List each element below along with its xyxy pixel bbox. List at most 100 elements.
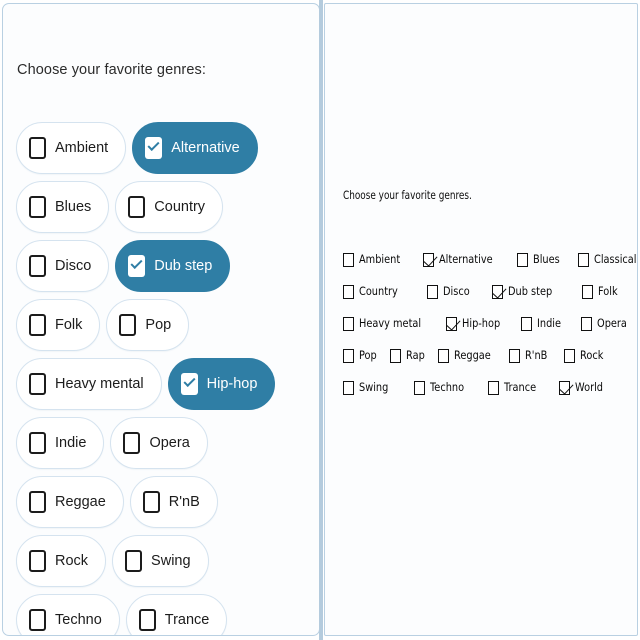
checkbox-unchecked-icon[interactable]: [29, 373, 46, 395]
genre-chip[interactable]: Disco: [16, 240, 110, 292]
checkbox-checked-icon[interactable]: [446, 316, 461, 331]
genre-checkbox-item[interactable]: Pop: [343, 349, 380, 363]
genre-checkbox-item[interactable]: Alternative: [423, 252, 502, 267]
checkbox-unchecked-icon[interactable]: [413, 381, 425, 395]
checkbox-unchecked-icon[interactable]: [437, 349, 449, 363]
genre-chip-label: Indie: [55, 434, 87, 451]
checkbox-unchecked-icon[interactable]: [343, 253, 354, 267]
genre-checkbox-item[interactable]: Rap: [389, 349, 428, 363]
genre-chip[interactable]: Country: [115, 181, 224, 233]
checkbox-unchecked-icon[interactable]: [581, 317, 593, 331]
checkbox-checked-icon[interactable]: [492, 284, 507, 299]
genre-checkbox-label: Indie: [537, 316, 562, 331]
genre-chip-label: R'nB: [168, 493, 200, 510]
genre-chip[interactable]: Swing: [112, 535, 209, 587]
genre-chip[interactable]: Blues: [16, 181, 110, 233]
genre-chip-label: Dub step: [154, 257, 213, 274]
checkbox-checked-icon[interactable]: [145, 137, 163, 159]
checkbox-checked-icon[interactable]: [180, 373, 198, 395]
genre-chip-label: Opera: [149, 434, 190, 451]
genre-chip[interactable]: Trance: [125, 594, 228, 635]
checkbox-unchecked-icon[interactable]: [29, 314, 46, 336]
genre-checkbox-label: Country: [359, 284, 398, 299]
genre-checkbox-item[interactable]: Reggae: [437, 349, 497, 363]
genre-chip[interactable]: Folk: [16, 299, 101, 351]
checkbox-unchecked-icon[interactable]: [343, 381, 354, 395]
genre-chip-label: Pop: [145, 316, 172, 333]
genre-checkbox-item[interactable]: Techno: [413, 380, 470, 395]
genre-checkbox-item[interactable]: Swing: [343, 381, 394, 395]
genre-checkbox-item[interactable]: Country: [343, 285, 405, 299]
checkbox-unchecked-icon[interactable]: [582, 285, 594, 299]
genre-chip[interactable]: Indie: [16, 417, 105, 469]
checkbox-unchecked-icon[interactable]: [509, 349, 521, 363]
checkbox-unchecked-icon[interactable]: [343, 285, 354, 299]
genre-chip[interactable]: Rock: [16, 535, 107, 587]
checkbox-unchecked-icon[interactable]: [389, 349, 401, 363]
genre-checkbox-item[interactable]: R'nB: [509, 349, 551, 363]
checkbox-unchecked-icon[interactable]: [128, 196, 146, 218]
genre-chip[interactable]: Dub step: [115, 240, 231, 292]
genre-checkbox-label: Pop: [359, 348, 377, 363]
genre-checkbox-label: Hip-hop: [462, 316, 501, 331]
genre-checkbox-group: Ambient Alternative Blues Classical Country D…: [343, 244, 636, 404]
genre-checkbox-item[interactable]: Classical: [577, 253, 637, 267]
genre-chip[interactable]: Pop: [106, 299, 190, 351]
checkbox-unchecked-icon[interactable]: [119, 314, 137, 336]
genre-checkbox-item[interactable]: Opera: [581, 317, 632, 331]
genre-chip-group: Ambient Alternative Blues Country Disco Dub s…: [16, 122, 312, 635]
checkbox-unchecked-icon[interactable]: [577, 253, 589, 267]
genre-checkbox-label: Techno: [429, 380, 464, 395]
genre-checkbox-label: Blues: [532, 252, 560, 267]
checkbox-unchecked-icon[interactable]: [138, 609, 156, 631]
checkbox-unchecked-icon[interactable]: [563, 349, 575, 363]
genre-checkbox-item[interactable]: Heavy metal: [343, 317, 432, 331]
genre-checkbox-item[interactable]: Trance: [487, 381, 542, 395]
checkbox-unchecked-icon[interactable]: [29, 255, 46, 277]
genre-chip[interactable]: R'nB: [129, 476, 218, 528]
checkbox-checked-icon[interactable]: [423, 252, 438, 267]
genre-chip[interactable]: Opera: [110, 417, 208, 469]
genre-chip-label: Rock: [55, 552, 89, 569]
genre-checkbox-item[interactable]: Hip-hop: [446, 316, 507, 331]
checkbox-unchecked-icon[interactable]: [521, 317, 532, 331]
genre-checkbox-item[interactable]: Folk: [582, 285, 621, 299]
genre-chip[interactable]: Reggae: [16, 476, 124, 528]
checkbox-unchecked-icon[interactable]: [29, 137, 46, 159]
genre-checkbox-item[interactable]: World: [559, 380, 608, 395]
left-panel-title: Choose your favorite genres:: [17, 62, 206, 78]
checkbox-unchecked-icon[interactable]: [125, 550, 143, 572]
genre-checkbox-item[interactable]: Rock: [563, 349, 608, 363]
checkbox-unchecked-icon[interactable]: [29, 491, 46, 513]
checkbox-unchecked-icon[interactable]: [426, 285, 438, 299]
right-panel: Choose your favorite genres. Ambient Alte…: [324, 3, 638, 636]
genre-chip[interactable]: Heavy mental: [16, 358, 162, 410]
checkbox-unchecked-icon[interactable]: [29, 550, 46, 572]
genre-checkbox-row: Ambient Alternative Blues Classical: [343, 244, 636, 276]
genre-chip-label: Country: [154, 198, 206, 215]
genre-chip[interactable]: Alternative: [132, 122, 258, 174]
genre-checkbox-item[interactable]: Ambient: [343, 253, 407, 267]
checkbox-checked-icon[interactable]: [559, 380, 574, 395]
genre-checkbox-item[interactable]: Dub step: [492, 284, 560, 299]
checkbox-unchecked-icon[interactable]: [343, 349, 354, 363]
checkbox-unchecked-icon[interactable]: [29, 432, 46, 454]
checkbox-unchecked-icon[interactable]: [123, 432, 141, 454]
genre-checkbox-item[interactable]: Indie: [521, 317, 565, 331]
genre-chip[interactable]: Techno: [16, 594, 120, 635]
genre-checkbox-label: Alternative: [439, 252, 494, 267]
genre-chip[interactable]: Ambient: [16, 122, 127, 174]
checkbox-unchecked-icon[interactable]: [29, 609, 46, 631]
checkbox-unchecked-icon[interactable]: [142, 491, 160, 513]
genre-chip[interactable]: Hip-hop: [167, 358, 276, 410]
genre-checkbox-label: R'nB: [525, 348, 548, 363]
genre-chip-label: Hip-hop: [206, 375, 258, 392]
genre-checkbox-item[interactable]: Disco: [426, 285, 474, 299]
genre-checkbox-label: Folk: [598, 284, 618, 299]
checkbox-checked-icon[interactable]: [128, 255, 146, 277]
checkbox-unchecked-icon[interactable]: [487, 381, 499, 395]
checkbox-unchecked-icon[interactable]: [29, 196, 46, 218]
checkbox-unchecked-icon[interactable]: [516, 253, 528, 267]
genre-checkbox-item[interactable]: Blues: [516, 252, 564, 267]
checkbox-unchecked-icon[interactable]: [343, 317, 354, 331]
